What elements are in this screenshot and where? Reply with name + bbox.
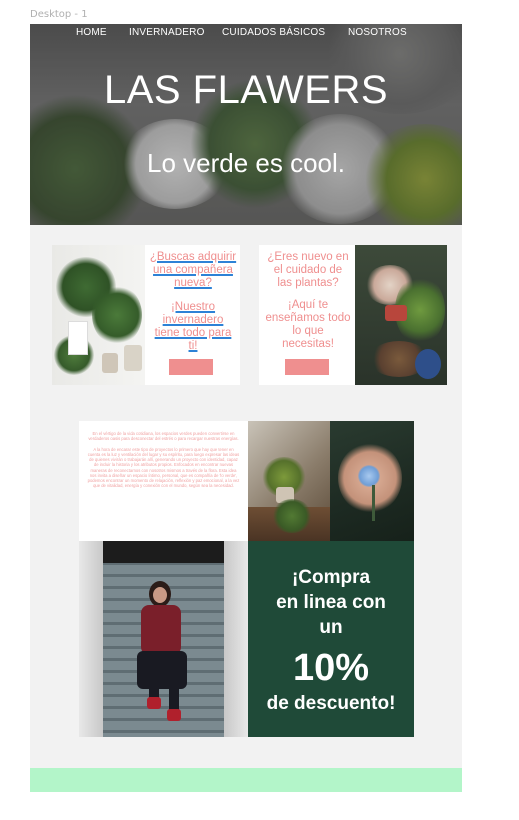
woman-stairs-image [79, 541, 248, 737]
card-cuidados-button[interactable] [285, 359, 329, 375]
hand-flower-image [330, 421, 414, 541]
promo-line-3: un [319, 617, 343, 638]
about-paragraph-2: A la hora de encarar este tipo de proyec… [87, 447, 240, 488]
promo-line-2: en linea con [276, 592, 386, 613]
nav-home[interactable]: HOME [76, 27, 107, 38]
hero-banner: HOME INVERNADERO CUIDADOS BÁSICOS NOSOTR… [30, 24, 462, 225]
page-canvas: HOME INVERNADERO CUIDADOS BÁSICOS NOSOTR… [30, 24, 462, 792]
hero-tagline: Lo verde es cool. [146, 148, 345, 178]
card-cuidados-text-2: ¡Aquí te enseñamos todo lo que necesitas… [265, 299, 351, 350]
card-invernadero-text-1[interactable]: ¿Buscas adquirir una compañera nueva? [149, 251, 237, 290]
nav-nosotros[interactable]: NOSOTROS [348, 27, 407, 38]
about-paragraph-1: En el vértigo de la vida cotidiana, los … [88, 431, 239, 442]
hero-overlay [30, 24, 462, 225]
footer-bar [30, 768, 462, 792]
plants-room-image [52, 245, 145, 385]
promo-panel[interactable]: ¡Compra en linea con un 10% de descuento… [248, 541, 414, 737]
nav-invernadero[interactable]: INVERNADERO [129, 27, 205, 38]
card-cuidados-text-1: ¿Eres nuevo en el cuidado de las plantas… [267, 251, 349, 289]
frame-label: Desktop - 1 [30, 9, 88, 20]
card-invernadero-text-2[interactable]: ¡Nuestro invernadero tiene todo para ti! [149, 301, 237, 353]
card-invernadero: ¿Buscas adquirir una compañera nueva? ¡N… [52, 245, 240, 385]
card-cuidados: ¿Eres nuevo en el cuidado de las plantas… [259, 245, 447, 385]
card-invernadero-button[interactable] [169, 359, 213, 375]
nav-cuidados-basicos[interactable]: CUIDADOS BÁSICOS [222, 27, 325, 38]
promo-line-5: de descuento! [266, 693, 396, 714]
promo-line-1: ¡Compra [291, 567, 371, 588]
hero-title: LAS FLAWERS [103, 68, 389, 112]
about-text-panel: En el vértigo de la vida cotidiana, los … [79, 421, 248, 541]
top-nav: HOME INVERNADERO CUIDADOS BÁSICOS NOSOTR… [30, 27, 462, 41]
window-plant-image [248, 421, 330, 541]
hands-planting-image [355, 245, 447, 385]
promo-discount: 10% [292, 647, 370, 689]
